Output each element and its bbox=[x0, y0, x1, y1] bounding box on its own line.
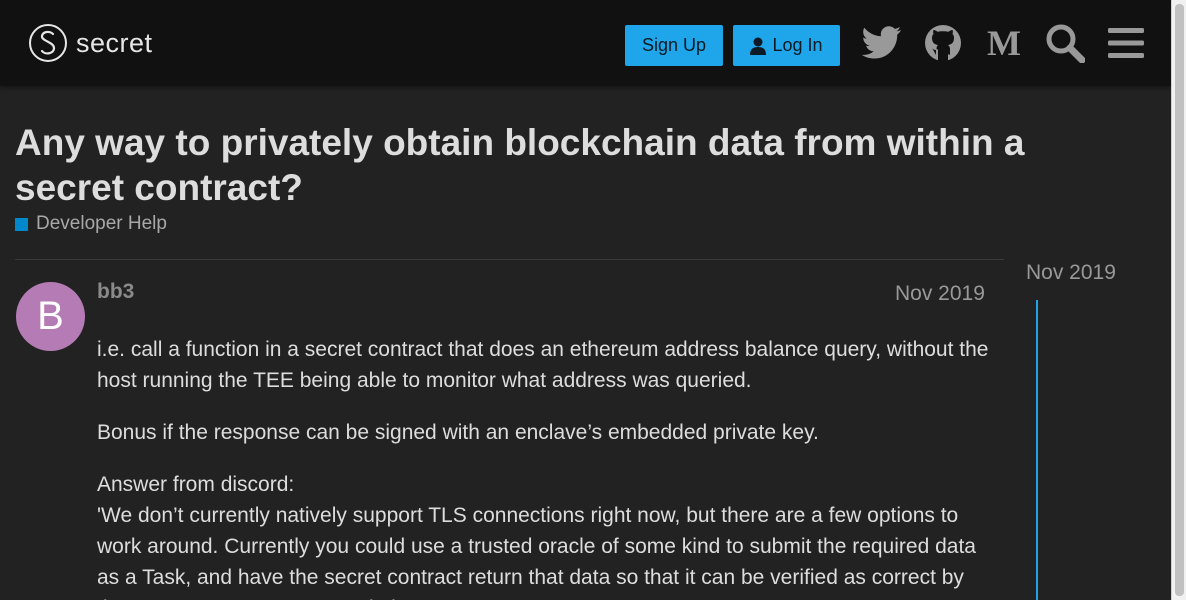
topic-divider bbox=[15, 259, 1004, 260]
post-date[interactable]: Nov 2019 bbox=[895, 282, 985, 306]
category-color-swatch bbox=[15, 217, 28, 231]
log-in-button[interactable]: Log In bbox=[733, 25, 840, 66]
logo-mark-icon bbox=[29, 24, 67, 62]
post-answer: Answer from discord: 'We don’t currently… bbox=[97, 469, 997, 600]
post-body: i.e. call a function in a secret contrac… bbox=[97, 334, 997, 600]
post-username[interactable]: bb3 bbox=[97, 280, 134, 304]
scrollbar-thumb[interactable] bbox=[1175, 4, 1184, 596]
twitter-icon[interactable] bbox=[861, 22, 903, 64]
github-icon[interactable] bbox=[922, 22, 964, 64]
hamburger-menu-icon[interactable] bbox=[1105, 22, 1147, 64]
post-paragraph: i.e. call a function in a secret contrac… bbox=[97, 338, 989, 392]
svg-text:M: M bbox=[987, 27, 1021, 59]
sign-up-button[interactable]: Sign Up bbox=[625, 25, 723, 66]
topic-title[interactable]: Any way to privately obtain blockchain d… bbox=[15, 120, 1045, 210]
answer-text: 'We don’t currently natively support TLS… bbox=[97, 504, 976, 600]
search-icon[interactable] bbox=[1044, 22, 1086, 64]
vertical-scrollbar[interactable] bbox=[1171, 0, 1186, 600]
post-paragraph: Bonus if the response can be signed with… bbox=[97, 421, 819, 444]
avatar[interactable]: B bbox=[16, 282, 85, 351]
answer-label: Answer from discord: bbox=[97, 473, 295, 496]
site-logo[interactable]: secret bbox=[29, 24, 153, 62]
user-icon bbox=[750, 37, 767, 55]
medium-icon[interactable]: M bbox=[983, 22, 1025, 64]
category-badge[interactable]: Developer Help bbox=[15, 213, 167, 235]
category-name: Developer Help bbox=[36, 213, 167, 234]
timeline-scroller-line[interactable] bbox=[1036, 300, 1038, 600]
logo-text: secret bbox=[76, 27, 153, 58]
timeline-date[interactable]: Nov 2019 bbox=[1026, 261, 1116, 285]
site-header: secret Sign Up Log In M bbox=[0, 0, 1171, 86]
log-in-label: Log In bbox=[772, 35, 823, 55]
